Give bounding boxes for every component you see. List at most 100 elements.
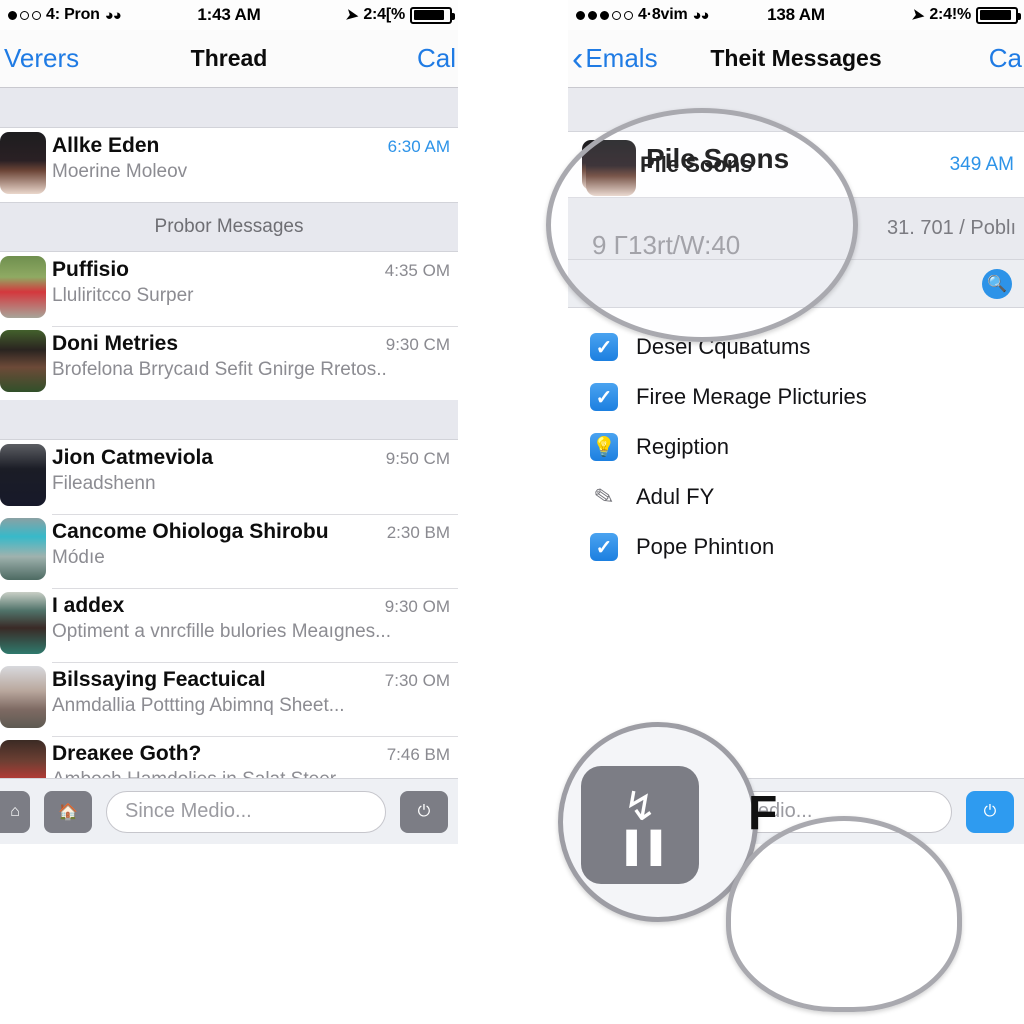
row-header: Doni Metries 9:30 CM bbox=[52, 332, 450, 356]
search-row[interactable]: 🔍 bbox=[568, 260, 1024, 900]
row-timestamp: 9:30 CM bbox=[385, 335, 450, 354]
left-bottom-toolbar: ⌂ 🏠 Since Medio... ⏻ bbox=[0, 778, 458, 844]
row-preview: Anmdallia Pottting Abimnq Sheet... bbox=[52, 695, 345, 716]
row-header: Jion Catmeviola 9:50 CM bbox=[52, 446, 450, 470]
carrier-label: 4·8vim bbox=[638, 6, 688, 23]
nav-right-button[interactable]: Ca bbox=[989, 43, 1024, 74]
row-sender: Doni Metries bbox=[52, 332, 179, 355]
left-status-bar: 4: Pron ◕◕ 1:43 AM ➤ 2:4[% bbox=[0, 0, 458, 30]
checkbox-checked-icon[interactable]: ✓ bbox=[590, 533, 618, 561]
battery-percent-label: 2:4!% bbox=[929, 6, 971, 23]
row-timestamp: 6:30 AM bbox=[387, 137, 450, 156]
nav-right-button[interactable]: Cal bbox=[417, 43, 458, 74]
table-row[interactable]: Cancome Ohioloɡa Shirobu 2:30 BM Módıe bbox=[0, 514, 458, 588]
nav-back-button[interactable]: Verers bbox=[0, 43, 79, 74]
signal-strength-icon bbox=[576, 10, 633, 20]
left-phone-panel: 4: Pron ◕◕ 1:43 AM ➤ 2:4[% Verers Thread… bbox=[0, 0, 458, 900]
lightbulb-icon[interactable]: 💡 bbox=[590, 433, 618, 461]
wifi-icon: ◕◕ bbox=[104, 6, 122, 24]
row-preview: Brofelona Brrycaıd Sefit Gnirge Rretos.. bbox=[52, 359, 387, 380]
right-nav-bar: ‹ Emals Theit Messages Ca bbox=[568, 30, 1024, 88]
list-divider-band bbox=[0, 400, 458, 440]
list-item[interactable]: ✓ Firee Meʀage Plicturies bbox=[590, 372, 1024, 422]
row-preview: Fileadshenn bbox=[52, 473, 156, 494]
avatar bbox=[0, 666, 46, 728]
avatar bbox=[0, 592, 46, 654]
message-row[interactable]: Pile Soons 349 AM bbox=[568, 132, 1024, 198]
avatar bbox=[0, 132, 46, 194]
row-sender: Bilssaying Feactuical bbox=[52, 668, 266, 691]
avatar bbox=[0, 518, 46, 580]
table-row[interactable]: I addex 9:30 OM Optiment a vnrcfille bul… bbox=[0, 588, 458, 662]
row-timestamp: 7:30 OM bbox=[384, 671, 450, 690]
checkbox-checked-icon[interactable]: ✓ bbox=[590, 383, 618, 411]
nav-back-label: Emals bbox=[585, 43, 658, 73]
nav-back-button[interactable]: ‹ Emals bbox=[568, 42, 658, 76]
list-item[interactable]: ✓ Desei Cquвatums bbox=[590, 322, 1024, 372]
status-left-group: 4: Pron ◕◕ bbox=[0, 6, 122, 24]
list-item[interactable]: ✓ Pope Phintıon bbox=[590, 522, 1024, 572]
table-row[interactable]: Allke Eden 6:30 AM Moerine Moleov bbox=[0, 128, 458, 202]
row-preview: Moerine Moleov bbox=[52, 161, 188, 182]
row-timestamp: 2:30 BM bbox=[386, 523, 450, 542]
row-sender: Puffisio bbox=[52, 258, 129, 281]
checkbox-list: ✓ Desei Cquвatums ✓ Firee Meʀage Plictur… bbox=[568, 308, 1024, 572]
message-list-middle: Puffisio 4:35 OM Lluliritcco Surper Doni… bbox=[0, 252, 458, 400]
chevron-left-icon: ‹ bbox=[572, 39, 584, 78]
signal-strength-icon bbox=[8, 10, 41, 20]
row-content: Bilssaying Feactuical 7:30 OM Anmdallia … bbox=[46, 662, 458, 717]
power-icon[interactable]: ⏻ bbox=[400, 790, 448, 833]
status-right-group: ➤ 2:4[% bbox=[344, 6, 458, 25]
row-header: Allke Eden 6:30 AM bbox=[52, 134, 450, 158]
table-row[interactable]: Doni Metries 9:30 CM Brofelona Brrycaıd … bbox=[0, 326, 458, 400]
message-list-bottom: Jion Catmeviola 9:50 CM Fileadshenn Canc… bbox=[0, 440, 458, 810]
row-sender: I addex bbox=[52, 594, 125, 617]
right-bottom-fade bbox=[568, 844, 1024, 900]
detail-row-text: 31. 701 / Poblı bbox=[887, 217, 1016, 239]
pencil-icon[interactable]: ✎ bbox=[588, 481, 620, 513]
message-list-top: Allke Eden 6:30 AM Moerine Moleov bbox=[0, 128, 458, 202]
search-input[interactable]: ibe Medio... bbox=[690, 790, 952, 833]
search-badge-icon[interactable]: 🔍 bbox=[982, 268, 1012, 299]
home-icon[interactable]: ⌂ bbox=[0, 790, 30, 833]
wifi-icon: ◕◕ bbox=[692, 6, 710, 24]
list-item-label: Regiption bbox=[636, 434, 729, 459]
avatar bbox=[582, 139, 628, 190]
avatar bbox=[0, 256, 46, 318]
row-timestamp: 9:50 CM bbox=[385, 449, 450, 468]
checkbox-checked-icon[interactable]: ✓ bbox=[590, 333, 618, 361]
left-nav-bar: Verers Thread Cal bbox=[0, 30, 458, 88]
row-preview: Módıe bbox=[52, 547, 105, 568]
carrier-label: 4: Pron bbox=[46, 6, 100, 23]
power-icon[interactable]: ⏻ bbox=[966, 790, 1014, 833]
right-status-bar: 4·8vim ◕◕ 138 AM ➤ 2:4!% bbox=[568, 0, 1024, 30]
row-preview: Lluliritcco Surper bbox=[52, 285, 194, 306]
right-list-top-band bbox=[568, 88, 1024, 132]
list-item[interactable]: ✎ Adul FY bbox=[590, 472, 1024, 522]
table-row[interactable]: Puffisio 4:35 OM Lluliritcco Surper bbox=[0, 252, 458, 326]
row-content: I addex 9:30 OM Optiment a vnrcfille bul… bbox=[46, 588, 458, 643]
row-content: Puffisio 4:35 OM Lluliritcco Surper bbox=[46, 252, 458, 307]
status-right-group: ➤ 2:4!% bbox=[910, 6, 1024, 25]
row-header: Cancome Ohioloɡa Shirobu 2:30 BM bbox=[52, 520, 450, 544]
list-section-header: Probor Messages bbox=[0, 202, 458, 252]
row-content: Jion Catmeviola 9:50 CM Fileadshenn bbox=[46, 440, 458, 495]
row-header: I addex 9:30 OM bbox=[52, 594, 450, 618]
detail-row[interactable]: 31. 701 / Poblı bbox=[568, 198, 1024, 260]
row-header: Puffisio 4:35 OM bbox=[52, 258, 450, 282]
battery-icon bbox=[410, 6, 455, 24]
right-bottom-toolbar: ibe Medio... ⏻ bbox=[568, 778, 1024, 844]
list-item-label: Firee Meʀage Plicturies bbox=[636, 384, 867, 409]
row-sender: Jion Catmeviola bbox=[52, 446, 214, 469]
row-header: Bilssaying Feactuical 7:30 OM bbox=[52, 668, 450, 692]
location-arrow-icon: ➤ bbox=[344, 6, 360, 25]
battery-percent-label: 2:4[% bbox=[363, 6, 405, 23]
table-row[interactable]: Jion Catmeviola 9:50 CM Fileadshenn bbox=[0, 440, 458, 514]
right-phone-panel: 4·8vim ◕◕ 138 AM ➤ 2:4!% ‹ Emals Theit M… bbox=[568, 0, 1024, 900]
house-icon[interactable]: 🏠 bbox=[44, 790, 92, 833]
list-item-label: Pope Phintıon bbox=[636, 534, 775, 559]
list-item-label: Desei Cquвatums bbox=[636, 334, 811, 359]
search-input[interactable]: Since Medio... bbox=[106, 790, 386, 833]
table-row[interactable]: Bilssaying Feactuical 7:30 OM Anmdallia … bbox=[0, 662, 458, 736]
list-item[interactable]: 💡 Regiption bbox=[590, 422, 1024, 472]
